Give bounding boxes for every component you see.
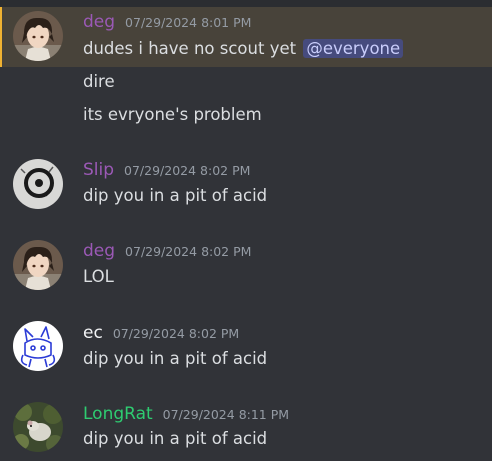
- message-text: LOL: [83, 267, 114, 286]
- username[interactable]: deg: [83, 12, 115, 32]
- message-text: dip you in a pit of acid: [83, 349, 268, 368]
- message-text: dudes i have no scout yet @everyone: [83, 39, 404, 58]
- message-group: deg 07/29/2024 8:02 PM LOL: [0, 236, 492, 296]
- top-divider-bar: [0, 0, 492, 7]
- message-group: LongRat 07/29/2024 8:11 PM dip you in a …: [0, 399, 492, 459]
- message-text: its evryone's problem: [83, 105, 262, 124]
- anime-boy-avatar-icon[interactable]: [13, 11, 63, 61]
- sketch-creature-avatar-icon[interactable]: [13, 321, 63, 371]
- message-text: dire: [83, 72, 115, 91]
- username[interactable]: deg: [83, 241, 115, 261]
- mention-highlight-bar: [0, 7, 2, 67]
- username[interactable]: ec: [83, 323, 103, 343]
- everyone-mention[interactable]: @everyone: [303, 39, 404, 58]
- message-group: ec 07/29/2024 8:02 PM dip you in a pit o…: [0, 318, 492, 378]
- message-text: dip you in a pit of acid: [83, 429, 268, 448]
- message-text: dip you in a pit of acid: [83, 186, 268, 205]
- message-line-text: dudes i have no scout yet: [83, 39, 297, 58]
- username[interactable]: Slip: [83, 160, 114, 180]
- anime-boy-avatar-icon[interactable]: [13, 240, 63, 290]
- username[interactable]: LongRat: [83, 404, 153, 424]
- timestamp[interactable]: 07/29/2024 8:02 PM: [125, 244, 251, 259]
- timestamp[interactable]: 07/29/2024 8:02 PM: [113, 326, 239, 341]
- message-group: Slip 07/29/2024 8:02 PM dip you in a pit…: [0, 155, 492, 215]
- rat-photo-avatar-icon[interactable]: [13, 402, 63, 452]
- ink-circle-avatar-icon[interactable]: [13, 159, 63, 209]
- message-group-mention: deg 07/29/2024 8:01 PM dudes i have no s…: [0, 7, 492, 67]
- timestamp[interactable]: 07/29/2024 8:11 PM: [163, 407, 289, 422]
- timestamp[interactable]: 07/29/2024 8:02 PM: [124, 163, 250, 178]
- timestamp[interactable]: 07/29/2024 8:01 PM: [125, 15, 251, 30]
